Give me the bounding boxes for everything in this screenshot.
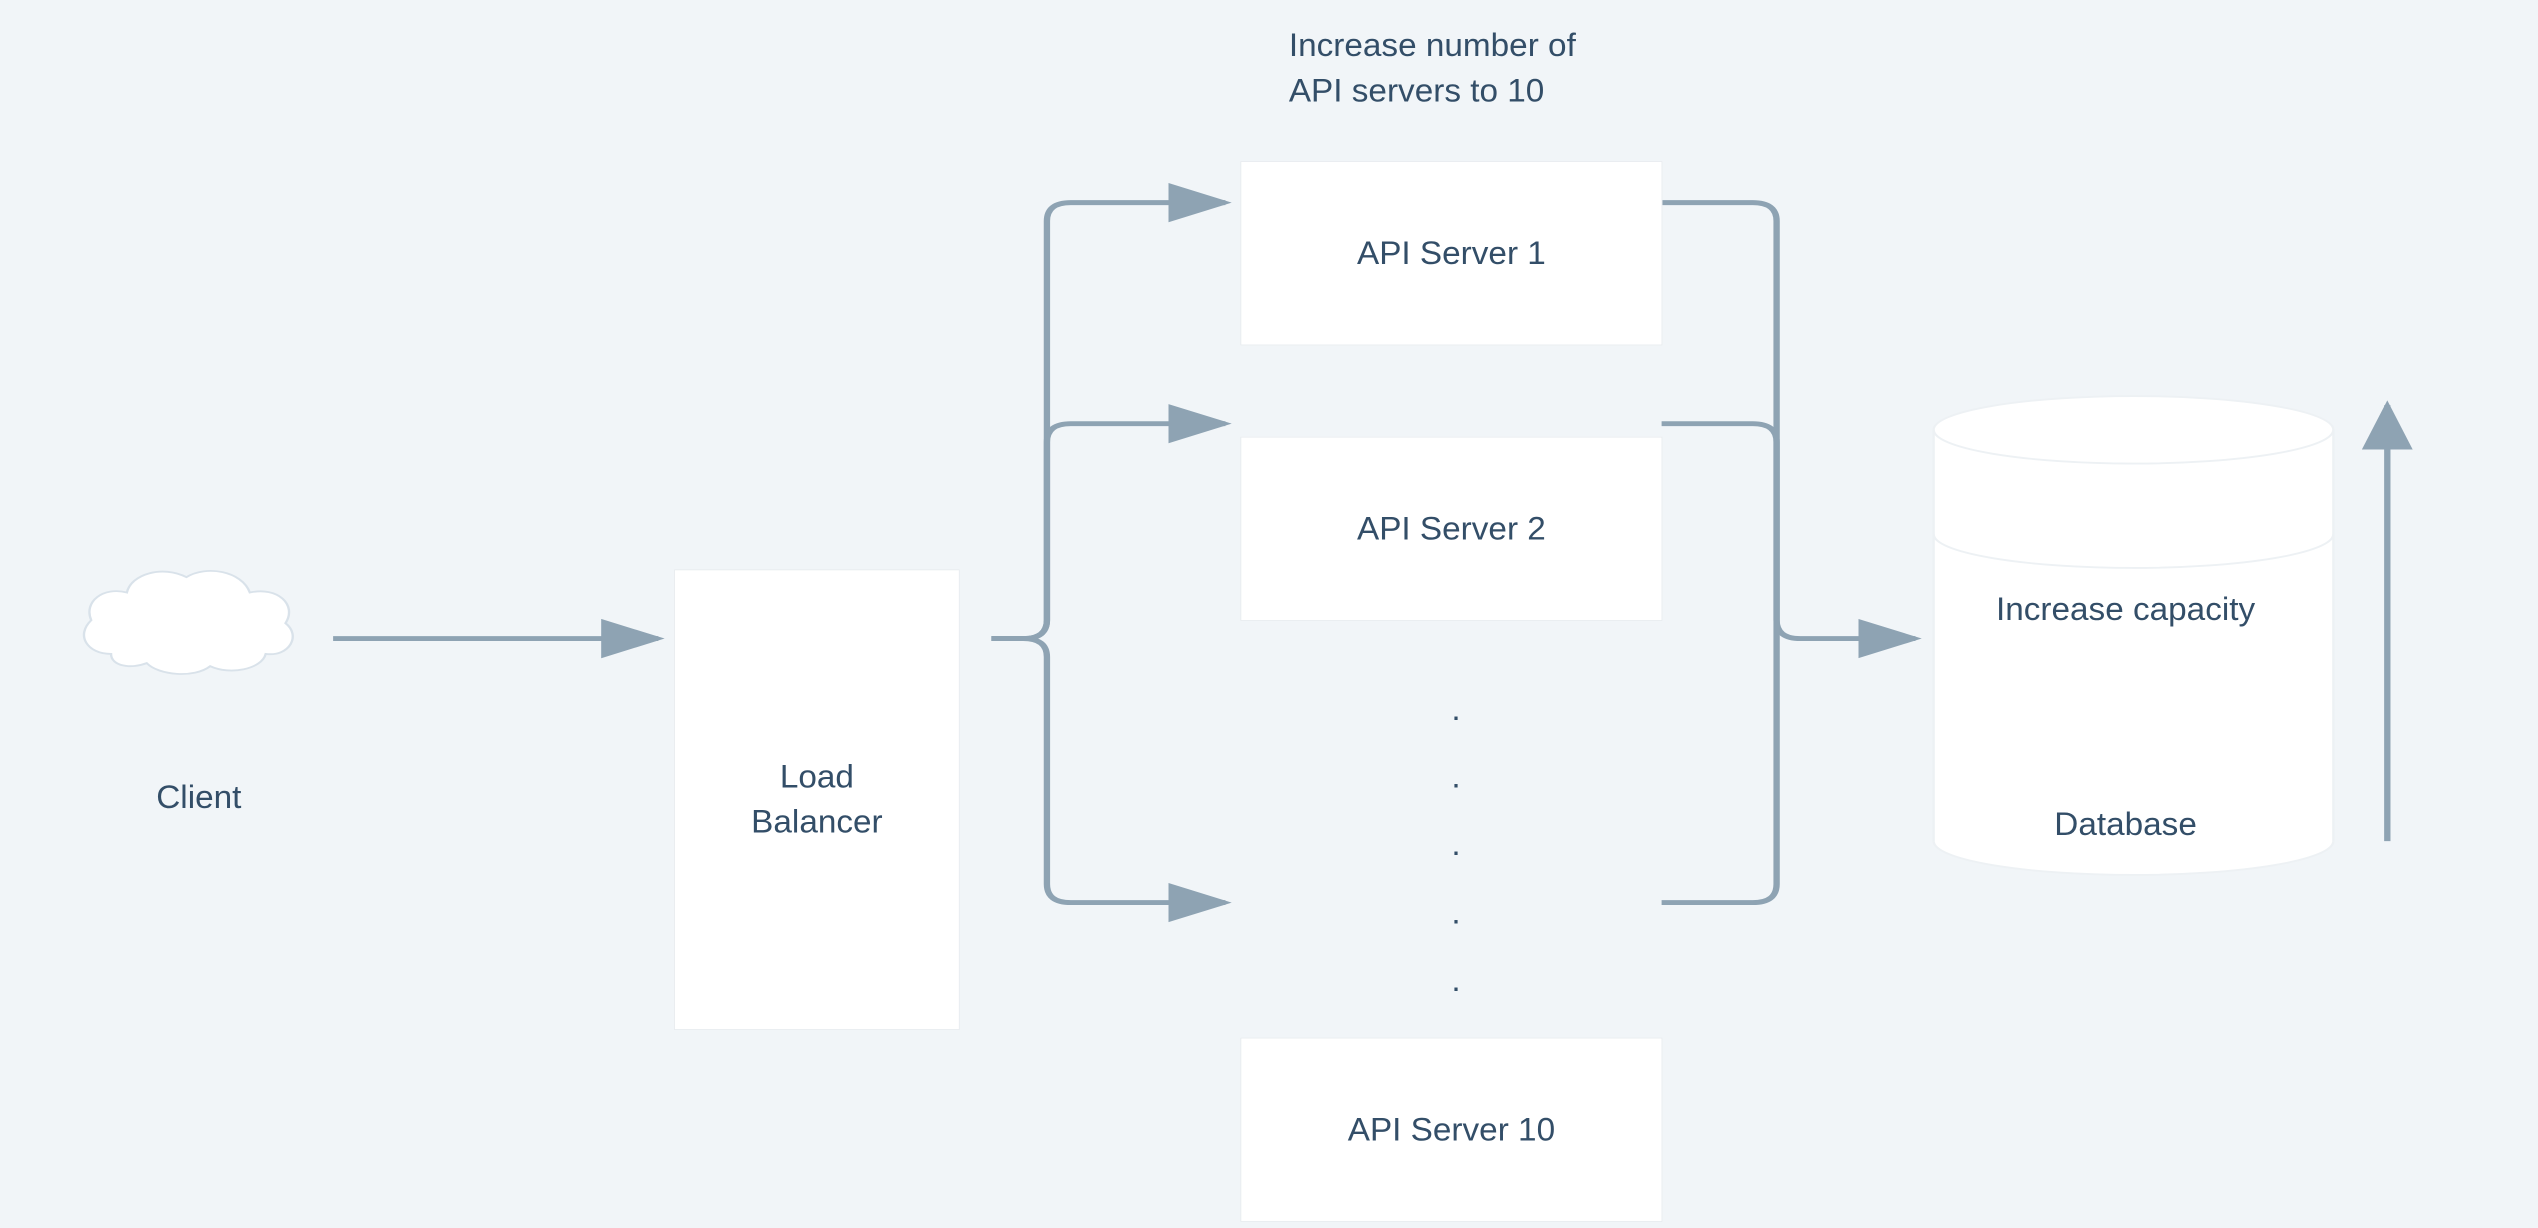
api-server-10-label: API Server 10 [1348, 1107, 1555, 1152]
load-balancer-label: Load Balancer [751, 755, 882, 845]
api-server-2-label: API Server 2 [1357, 506, 1546, 551]
api-scale-annotation: Increase number of API servers to 10 [1289, 23, 1576, 113]
database-label: Database [1983, 806, 2269, 843]
api-server-2-node: API Server 2 [1240, 437, 1662, 621]
ellipsis-icon: . . . . . [1451, 675, 1460, 1013]
api-server-1-label: API Server 1 [1357, 231, 1546, 276]
api-server-10-node: API Server 10 [1240, 1038, 1662, 1222]
load-balancer-node: Load Balancer [674, 569, 960, 1030]
db-capacity-label: Increase capacity [1983, 591, 2269, 628]
client-node: Client [156, 779, 241, 816]
architecture-diagram: Client Load Balancer API Server 1 API Se… [0, 0, 2538, 1228]
api-server-1-node: API Server 1 [1240, 161, 1662, 345]
